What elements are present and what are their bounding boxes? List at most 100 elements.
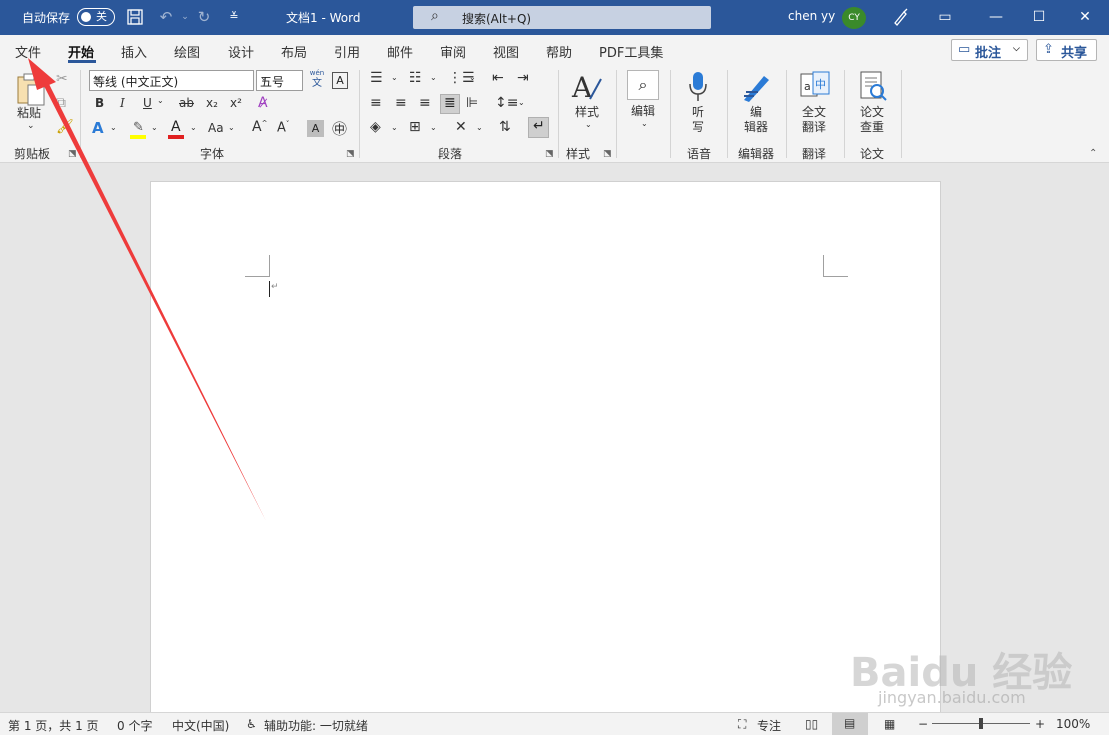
undo-dropdown-icon[interactable]: ⌄: [176, 8, 194, 26]
accessibility-status[interactable]: 辅助功能: 一切就绪: [264, 717, 368, 734]
editor-label-2[interactable]: 辑器: [744, 120, 768, 134]
tab-help[interactable]: 帮助: [546, 42, 572, 61]
redo-icon[interactable]: ↻: [195, 8, 213, 26]
align-center-icon[interactable]: ≡: [395, 95, 407, 111]
format-painter-icon[interactable]: 🖌: [56, 119, 74, 135]
tab-view[interactable]: 视图: [493, 42, 519, 61]
shrink-font-icon[interactable]: A˅: [277, 120, 289, 135]
chevron-down-icon[interactable]: ⌄: [585, 120, 592, 129]
shading-icon[interactable]: ◈: [370, 119, 381, 135]
document-page[interactable]: ↵: [150, 181, 941, 721]
chevron-down-icon[interactable]: ⌄: [151, 123, 158, 132]
editor-label-1[interactable]: 编: [750, 105, 762, 119]
zoom-slider-thumb[interactable]: [979, 718, 983, 729]
text-effects-icon[interactable]: A: [92, 119, 104, 137]
collapse-ribbon-icon[interactable]: ⌃: [1089, 148, 1097, 159]
word-count[interactable]: 0 个字: [117, 717, 152, 734]
highlight-color-icon[interactable]: ✎: [130, 120, 148, 140]
paper-check-label-1[interactable]: 论文: [860, 105, 884, 119]
grow-font-icon[interactable]: A^: [252, 119, 267, 135]
customize-qat-icon[interactable]: ≚: [225, 8, 243, 26]
paper-check-icon[interactable]: [858, 70, 888, 105]
user-name[interactable]: chen yy: [788, 9, 835, 23]
zoom-level[interactable]: 100%: [1056, 717, 1090, 731]
translate-icon[interactable]: a中: [799, 70, 831, 105]
font-name-select[interactable]: 等线 (中文正文) ⌄: [89, 70, 254, 91]
chevron-down-icon[interactable]: ⌄: [391, 123, 398, 132]
superscript-button[interactable]: x²: [230, 96, 242, 110]
decrease-indent-icon[interactable]: ⇤: [492, 70, 504, 86]
search-box[interactable]: ⌕ 搜索(Alt+Q): [413, 6, 711, 29]
show-marks-button[interactable]: ↵: [528, 117, 549, 138]
editor-icon[interactable]: [740, 70, 774, 107]
tab-review[interactable]: 审阅: [440, 42, 466, 61]
tab-insert[interactable]: 插入: [121, 42, 147, 61]
borders-icon[interactable]: ⊞: [409, 119, 421, 135]
tab-mailings[interactable]: 邮件: [387, 42, 413, 61]
paste-dropdown-icon[interactable]: ⌄: [27, 121, 35, 131]
autosave-toggle[interactable]: 关: [77, 8, 115, 26]
undo-icon[interactable]: ↶: [157, 8, 175, 26]
italic-button[interactable]: I: [120, 96, 125, 110]
microphone-icon[interactable]: [687, 70, 709, 107]
styles-launcher-icon[interactable]: ⬔: [603, 149, 612, 159]
focus-mode[interactable]: 专注: [757, 717, 781, 734]
font-color-icon[interactable]: A: [168, 119, 186, 140]
chevron-down-icon[interactable]: ⌄: [476, 123, 483, 132]
chinese-layout-icon[interactable]: ✕: [455, 119, 467, 135]
dictate-label-2[interactable]: 写: [692, 120, 704, 134]
bold-button[interactable]: B: [95, 96, 104, 110]
clear-formatting-icon[interactable]: A̷: [258, 95, 268, 111]
distributed-icon[interactable]: ⊫: [466, 95, 478, 111]
zoom-out-icon[interactable]: −: [918, 717, 928, 731]
share-button[interactable]: ⇪ 共享: [1036, 39, 1097, 61]
tab-references[interactable]: 引用: [334, 42, 360, 61]
web-layout-icon[interactable]: ▦: [884, 717, 895, 731]
translate-label-2[interactable]: 翻译: [802, 120, 826, 134]
paste-label[interactable]: 粘贴: [17, 106, 41, 120]
underline-dropdown-icon[interactable]: ⌄: [157, 96, 164, 105]
tab-draw[interactable]: 绘图: [174, 42, 200, 61]
save-icon[interactable]: [126, 8, 144, 26]
align-left-icon[interactable]: ≡: [370, 95, 382, 111]
numbering-icon[interactable]: ☷: [409, 70, 422, 86]
page-count[interactable]: 第 1 页，共 1 页: [8, 717, 99, 734]
translate-label-1[interactable]: 全文: [802, 105, 826, 119]
chevron-down-icon[interactable]: ⌄: [469, 73, 476, 82]
zoom-in-icon[interactable]: +: [1035, 717, 1045, 731]
chevron-down-icon[interactable]: ⌄: [518, 98, 525, 107]
read-mode-icon[interactable]: ▯▯: [805, 717, 818, 731]
print-layout-button[interactable]: ▤: [832, 713, 868, 735]
line-spacing-icon[interactable]: ↕≡: [495, 95, 518, 111]
paste-icon[interactable]: [14, 71, 48, 110]
dictate-label-1[interactable]: 听: [692, 105, 704, 119]
chevron-down-icon[interactable]: ⌄: [641, 119, 648, 128]
clipboard-launcher-icon[interactable]: ⬔: [68, 149, 77, 159]
paragraph-launcher-icon[interactable]: ⬔: [545, 149, 554, 159]
avatar[interactable]: CY: [842, 7, 866, 29]
tab-pdf-tools[interactable]: PDF工具集: [599, 42, 663, 61]
styles-icon[interactable]: A: [570, 71, 604, 106]
maximize-icon[interactable]: ☐: [1016, 0, 1062, 35]
search-icon[interactable]: ⌕: [627, 70, 659, 100]
strikethrough-button[interactable]: ab: [179, 96, 194, 110]
ribbon-display-icon[interactable]: ▭: [922, 0, 968, 35]
editing-label[interactable]: 编辑: [631, 104, 655, 118]
copy-icon[interactable]: ⧉: [56, 95, 66, 111]
align-right-icon[interactable]: ≡: [419, 95, 431, 111]
comments-button[interactable]: ▭ 批注 ⌵: [951, 39, 1028, 61]
tab-design[interactable]: 设计: [228, 42, 254, 61]
chevron-down-icon[interactable]: ⌄: [430, 123, 437, 132]
underline-button[interactable]: U: [143, 96, 152, 110]
font-launcher-icon[interactable]: ⬔: [346, 149, 355, 159]
chevron-down-icon[interactable]: ⌄: [228, 123, 235, 132]
chevron-down-icon[interactable]: ⌄: [430, 73, 437, 82]
tab-home[interactable]: 开始: [68, 42, 94, 61]
pen-icon[interactable]: [892, 8, 910, 26]
sort-icon[interactable]: ⇅: [499, 119, 511, 135]
chevron-down-icon[interactable]: ⌄: [110, 123, 117, 132]
paper-check-label-2[interactable]: 查重: [860, 120, 884, 134]
chevron-down-icon[interactable]: ⌄: [190, 123, 197, 132]
subscript-button[interactable]: x₂: [206, 96, 218, 110]
chevron-down-icon[interactable]: ⌄: [391, 73, 398, 82]
